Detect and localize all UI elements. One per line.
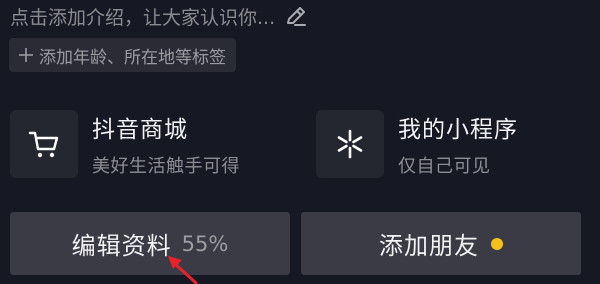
add-tags-chip[interactable]: 添加年龄、所在地等标签 xyxy=(9,38,236,72)
add-friends-label: 添加朋友 xyxy=(379,232,479,260)
annotation-arrow-icon xyxy=(168,256,198,284)
intro-placeholder[interactable]: 点击添加介绍，让大家认识你... xyxy=(10,3,275,30)
notification-dot xyxy=(491,237,503,250)
edit-profile-button[interactable]: 编辑资料 55% xyxy=(10,212,290,275)
douyin-mall-entry[interactable]: 抖音商城 美好生活触手可得 xyxy=(10,104,240,184)
add-tags-label: 添加年龄、所在地等标签 xyxy=(39,47,226,68)
mini-program-icon xyxy=(316,110,384,178)
pencil-icon[interactable] xyxy=(283,3,309,29)
service-title: 我的小程序 xyxy=(398,117,518,143)
edit-profile-label: 编辑资料 xyxy=(71,232,172,260)
service-subtitle: 仅自己可见 xyxy=(398,156,491,177)
service-subtitle: 美好生活触手可得 xyxy=(92,156,240,177)
add-friends-button[interactable]: 添加朋友 xyxy=(301,212,581,275)
profile-completion: 55% xyxy=(181,231,229,256)
mini-programs-entry[interactable]: 我的小程序 仅自己可见 xyxy=(316,104,518,184)
intro-row[interactable]: 点击添加介绍，让大家认识你... xyxy=(10,2,309,30)
shopping-cart-icon xyxy=(10,110,78,178)
profile-screen: 点击添加介绍，让大家认识你... 添加年龄、所在地等标签 抖音商城 美好生活触手… xyxy=(0,0,600,284)
plus-icon xyxy=(19,48,33,62)
service-title: 抖音商城 xyxy=(92,117,188,143)
